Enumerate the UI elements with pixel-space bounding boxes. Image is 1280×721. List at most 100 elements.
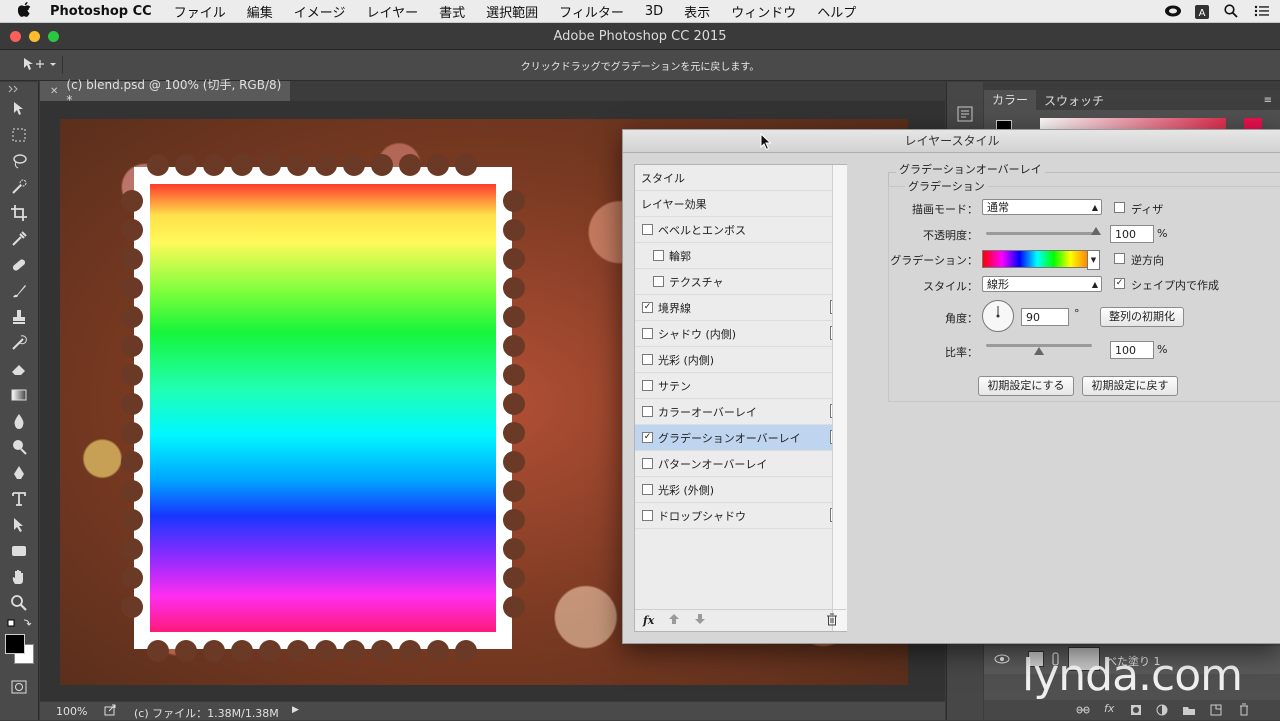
gradient-dropdown-arrow-icon[interactable]: ▼ (1087, 250, 1100, 270)
effect-checkbox[interactable] (642, 484, 653, 495)
blending-options-row[interactable]: レイヤー効果 (635, 191, 846, 217)
menu-type[interactable]: 書式 (439, 2, 465, 21)
reset-to-default-button[interactable]: 初期設定に戻す (1082, 376, 1178, 396)
opacity-slider-track[interactable] (986, 232, 1096, 235)
angle-dial[interactable] (982, 300, 1014, 332)
quick-selection-tool-icon[interactable] (0, 174, 38, 200)
menu-3d[interactable]: 3D (645, 4, 663, 19)
input-source-icon[interactable]: A (1194, 4, 1210, 19)
zoom-level[interactable]: 100% (56, 705, 87, 718)
menu-file[interactable]: ファイル (174, 2, 226, 21)
opacity-slider-thumb[interactable] (1091, 227, 1101, 235)
notification-center-icon[interactable] (1254, 4, 1270, 18)
dodge-tool-icon[interactable] (0, 434, 38, 460)
make-default-button[interactable]: 初期設定にする (978, 376, 1074, 396)
fx-icon[interactable]: fx (1104, 702, 1114, 715)
scale-input[interactable]: 100 (1110, 341, 1154, 359)
effect-checkbox[interactable] (642, 328, 653, 339)
effect-checkbox[interactable]: ✓ (642, 432, 653, 443)
history-panel-icon[interactable] (955, 104, 975, 127)
tab-color[interactable]: カラー (984, 90, 1037, 110)
fx-menu-icon[interactable]: fx (643, 614, 654, 627)
menu-select[interactable]: 選択範囲 (486, 2, 538, 21)
hand-tool-icon[interactable] (0, 564, 38, 590)
quick-mask-icon[interactable] (0, 674, 38, 700)
tab-swatches[interactable]: スウォッチ (1036, 92, 1112, 109)
menu-help[interactable]: ヘルプ (817, 2, 856, 21)
effect-row[interactable]: 光彩 (内側) (635, 347, 846, 373)
effect-row[interactable]: カラーオーバーレイ+ (635, 399, 846, 425)
brush-tool-icon[interactable] (0, 278, 38, 304)
link-layers-icon[interactable] (1076, 704, 1090, 719)
effect-checkbox[interactable] (653, 276, 664, 287)
effect-row[interactable]: 光彩 (外側) (635, 477, 846, 503)
move-down-arrow-icon[interactable] (694, 613, 706, 628)
move-up-arrow-icon[interactable] (668, 613, 680, 628)
marquee-tool-icon[interactable] (0, 122, 38, 148)
effect-checkbox[interactable] (642, 224, 653, 235)
align-with-shape-checkbox[interactable]: ✓ (1114, 278, 1125, 289)
effect-row[interactable]: パターンオーバーレイ (635, 451, 846, 477)
color-swatches[interactable] (0, 632, 38, 666)
menu-layer[interactable]: レイヤー (366, 2, 418, 21)
share-icon[interactable] (104, 704, 116, 719)
document-tab[interactable]: ✕ (c) blend.psd @ 100% (切手, RGB/8) * (40, 78, 290, 107)
new-layer-icon[interactable] (1210, 704, 1222, 719)
gradient-tool-icon[interactable] (0, 382, 38, 408)
delete-layer-icon[interactable] (1238, 703, 1250, 719)
lasso-tool-icon[interactable] (0, 148, 38, 174)
menu-filter[interactable]: フィルター (559, 2, 624, 21)
blend-mode-select[interactable]: 通常 ▲ (982, 199, 1102, 215)
scale-slider-thumb[interactable] (1034, 347, 1044, 355)
effect-row[interactable]: テクスチャ (635, 269, 846, 295)
status-menu-arrow-icon[interactable]: ▶ (292, 705, 299, 715)
opacity-input[interactable]: 100 (1110, 225, 1154, 243)
blur-tool-icon[interactable] (0, 408, 38, 434)
crop-tool-icon[interactable] (0, 200, 38, 226)
clone-stamp-tool-icon[interactable] (0, 304, 38, 330)
effect-checkbox[interactable] (642, 406, 653, 417)
spotlight-search-icon[interactable] (1224, 4, 1240, 18)
effect-row[interactable]: ドロップシャドウ+ (635, 503, 846, 529)
styles-list-scrollbar[interactable] (832, 165, 847, 631)
path-selection-tool-icon[interactable] (0, 512, 38, 538)
type-tool-icon[interactable] (0, 486, 38, 512)
effect-checkbox[interactable] (642, 354, 653, 365)
effect-row[interactable]: シャドウ (内側)+ (635, 321, 846, 347)
zoom-tool-icon[interactable] (0, 590, 38, 616)
gradient-picker-swatch[interactable] (982, 250, 1088, 268)
effect-row[interactable]: ✓グラデーションオーバーレイ+ (635, 425, 846, 451)
pen-tool-icon[interactable] (0, 460, 38, 486)
dither-checkbox[interactable] (1114, 202, 1125, 213)
effect-row[interactable]: サテン (635, 373, 846, 399)
move-tool-icon[interactable] (0, 96, 38, 122)
panel-menu-icon[interactable]: ≡ (1256, 95, 1280, 106)
foreground-color-swatch[interactable] (5, 634, 25, 654)
reverse-checkbox[interactable] (1114, 253, 1125, 264)
effect-row[interactable]: ベベルとエンボス (635, 217, 846, 243)
effect-row[interactable]: ✓境界線+ (635, 295, 846, 321)
new-group-icon[interactable] (1182, 704, 1196, 719)
effect-checkbox[interactable] (642, 380, 653, 391)
styles-header-row[interactable]: スタイル (635, 165, 846, 191)
app-menu[interactable]: Photoshop CC (50, 4, 152, 19)
history-brush-tool-icon[interactable] (0, 330, 38, 356)
eraser-tool-icon[interactable] (0, 356, 38, 382)
healing-brush-tool-icon[interactable] (0, 252, 38, 278)
effect-checkbox[interactable]: ✓ (642, 302, 653, 313)
add-mask-icon[interactable] (1130, 704, 1142, 719)
swap-colors-icon[interactable] (0, 616, 38, 632)
menu-view[interactable]: 表示 (684, 2, 710, 21)
delete-effect-icon[interactable] (826, 613, 838, 629)
layer-visibility-eye-icon[interactable] (994, 653, 1010, 668)
close-document-icon[interactable]: ✕ (50, 86, 58, 97)
effect-checkbox[interactable] (642, 510, 653, 521)
tools-collapse-bar[interactable] (0, 82, 38, 96)
effect-row[interactable]: 輪郭 (635, 243, 846, 269)
style-select[interactable]: 線形 ▲ (982, 276, 1102, 292)
dialog-title[interactable]: レイヤースタイル (623, 130, 1280, 153)
apple-icon[interactable] (17, 1, 36, 21)
menu-edit[interactable]: 編集 (247, 2, 273, 21)
reset-alignment-button[interactable]: 整列の初期化 (1100, 307, 1184, 327)
angle-input[interactable]: 90 (1021, 308, 1069, 326)
